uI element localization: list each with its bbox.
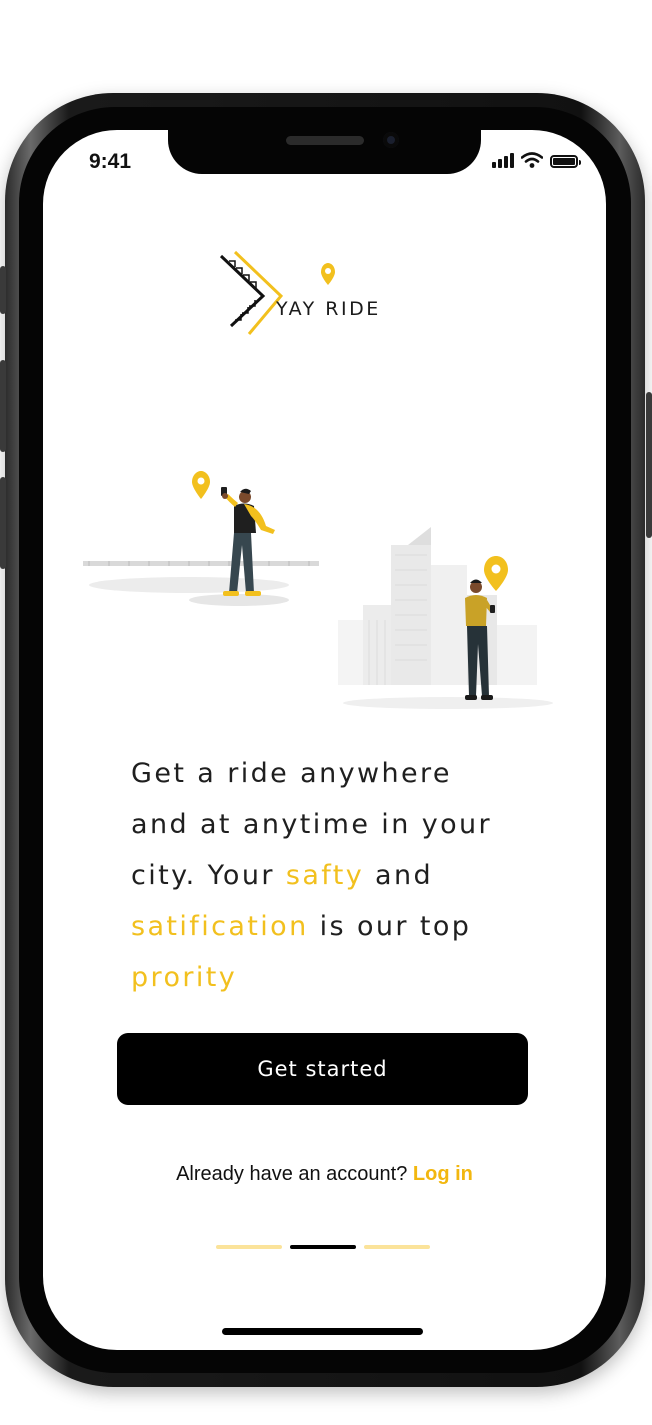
location-pin-icon	[484, 556, 508, 591]
app-logo	[219, 250, 335, 335]
app-name: YAY RIDE	[276, 298, 381, 320]
side-button	[0, 360, 6, 452]
page-dot[interactable]	[364, 1245, 430, 1249]
headline-highlight: satification	[131, 911, 309, 942]
side-button	[0, 477, 6, 569]
get-started-button[interactable]: Get started	[117, 1033, 528, 1105]
status-icons	[492, 152, 581, 168]
login-link[interactable]: Log in	[413, 1163, 473, 1185]
account-prompt-text: Already have an account?	[176, 1163, 408, 1185]
status-time: 9:41	[89, 150, 132, 173]
page-dot[interactable]	[216, 1245, 282, 1249]
headline-text: is our top	[319, 911, 472, 942]
location-pin-icon	[192, 471, 210, 499]
front-camera	[383, 132, 399, 148]
onboarding-illustration-right	[338, 527, 553, 709]
speaker	[286, 136, 364, 145]
page-indicator	[216, 1245, 430, 1249]
side-button	[0, 266, 6, 314]
onboarding-illustration-left	[83, 471, 319, 606]
headline-highlight: prority	[131, 962, 238, 993]
location-pin-icon	[321, 263, 335, 285]
page-dot-active[interactable]	[290, 1245, 356, 1249]
wifi-icon	[521, 152, 543, 168]
side-button	[646, 392, 652, 538]
login-prompt: Already have an account? Log in	[43, 1163, 606, 1186]
home-indicator[interactable]	[222, 1328, 423, 1335]
headline-highlight: safty	[285, 860, 365, 891]
signal-icon	[492, 152, 514, 168]
headline-text: and	[375, 860, 434, 891]
onboarding-headline: Get a ride anywhere and at anytime in yo…	[131, 748, 551, 1003]
battery-icon	[550, 155, 581, 168]
notch	[168, 130, 481, 174]
app-screen: 9:41 YAY RIDE Get a ride anywhere and at…	[43, 130, 606, 1350]
